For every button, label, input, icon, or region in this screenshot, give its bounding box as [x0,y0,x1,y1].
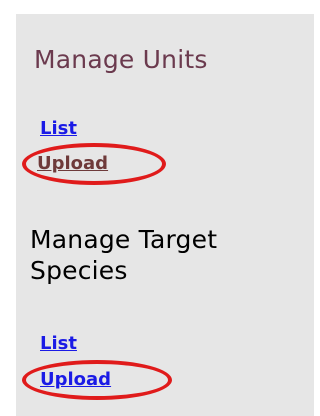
species-list-link[interactable]: List [40,333,77,355]
heading-line-1: Manage Target [30,225,218,254]
units-upload-link[interactable]: Upload [37,153,108,175]
manage-target-species-heading: Manage Target Species [30,224,217,286]
units-list-link[interactable]: List [40,118,77,140]
species-upload-link[interactable]: Upload [40,369,111,391]
heading-line-2: Species [30,256,128,285]
manage-units-heading: Manage Units [34,45,208,74]
